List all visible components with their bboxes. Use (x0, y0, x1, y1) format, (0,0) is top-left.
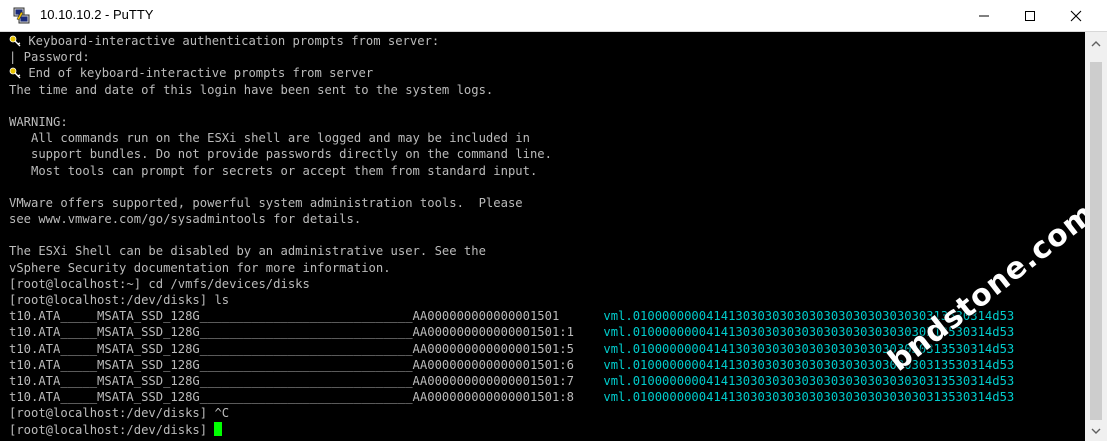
terminal-output: Keyboard-interactive authentication prom… (9, 33, 1014, 438)
terminal-line: WARNING: (9, 114, 68, 129)
putty-app-icon[interactable] (13, 7, 31, 25)
disk-listing-row: t10.ATA_____MSATA_SSD_128G______________… (9, 324, 1014, 340)
terminal-line: Keyboard-interactive authentication prom… (9, 33, 1014, 49)
disk-name: t10.ATA_____MSATA_SSD_128G______________… (9, 390, 574, 405)
terminal-line: | Password: (9, 50, 90, 65)
disk-name: t10.ATA_____MSATA_SSD_128G______________… (9, 341, 574, 356)
scroll-up-icon[interactable] (1091, 40, 1101, 48)
minimize-icon (979, 15, 989, 17)
scroll-down-icon[interactable] (1091, 427, 1101, 435)
disk-listing-row: t10.ATA_____MSATA_SSD_128G______________… (9, 341, 1014, 357)
terminal-line: support bundles. Do not provide password… (9, 147, 552, 162)
minimize-button[interactable] (961, 0, 1007, 31)
terminal-line: [root@localhost:~] cd /vmfs/devices/disk… (9, 276, 310, 291)
maximize-button[interactable] (1007, 0, 1053, 31)
key-icon (9, 35, 21, 47)
terminal-line: VMware offers supported, powerful system… (9, 195, 523, 210)
vml-link: vml.010000000041413030303030303030303030… (603, 390, 1015, 405)
title-bar[interactable]: 10.10.10.2 - PuTTY (0, 0, 1107, 32)
vml-link: vml.010000000041413030303030303030303030… (603, 373, 1015, 388)
terminal-line: [root@localhost:/dev/disks] ls (9, 293, 230, 307)
disk-name: t10.ATA_____MSATA_SSD_128G______________… (9, 357, 574, 372)
terminal-line: see www.vmware.com/go/sysadmintools for … (9, 212, 362, 227)
close-icon (1070, 10, 1082, 22)
key-icon (9, 67, 21, 79)
disk-listing-row: t10.ATA_____MSATA_SSD_128G______________… (9, 373, 1014, 389)
prompt-line[interactable]: [root@localhost:/dev/disks] (9, 421, 1014, 438)
terminal-line: [root@localhost:/dev/disks] ^C (9, 406, 230, 421)
terminal-line: vSphere Security documentation for more … (9, 260, 391, 275)
terminal-line: The ESXi Shell can be disabled by an adm… (9, 244, 486, 259)
disk-name: t10.ATA_____MSATA_SSD_128G______________… (9, 373, 574, 388)
putty-window: 10.10.10.2 - PuTTY Keyboard-interactive … (0, 0, 1107, 441)
disk-listing-row: t10.ATA_____MSATA_SSD_128G______________… (9, 357, 1014, 373)
disk-listing-row: t10.ATA_____MSATA_SSD_128G______________… (9, 389, 1014, 405)
terminal-cursor (214, 421, 223, 436)
terminal-line: All commands run on the ESXi shell are l… (9, 131, 530, 146)
terminal-line: End of keyboard-interactive prompts from… (9, 65, 1014, 81)
disk-listing-row: t10.ATA_____MSATA_SSD_128G______________… (9, 308, 1014, 324)
terminal-area[interactable]: Keyboard-interactive authentication prom… (0, 32, 1085, 441)
terminal-line: Most tools can prompt for secrets or acc… (9, 163, 538, 178)
vertical-scrollbar[interactable] (1085, 32, 1107, 441)
disk-name: t10.ATA_____MSATA_SSD_128G______________… (9, 309, 574, 324)
window-title: 10.10.10.2 - PuTTY (40, 7, 154, 22)
disk-name: t10.ATA_____MSATA_SSD_128G______________… (9, 325, 574, 340)
scrollbar-thumb[interactable] (1090, 62, 1102, 420)
maximize-icon (1025, 11, 1035, 21)
terminal-line: The time and date of this login have bee… (9, 82, 494, 97)
close-button[interactable] (1053, 0, 1099, 31)
